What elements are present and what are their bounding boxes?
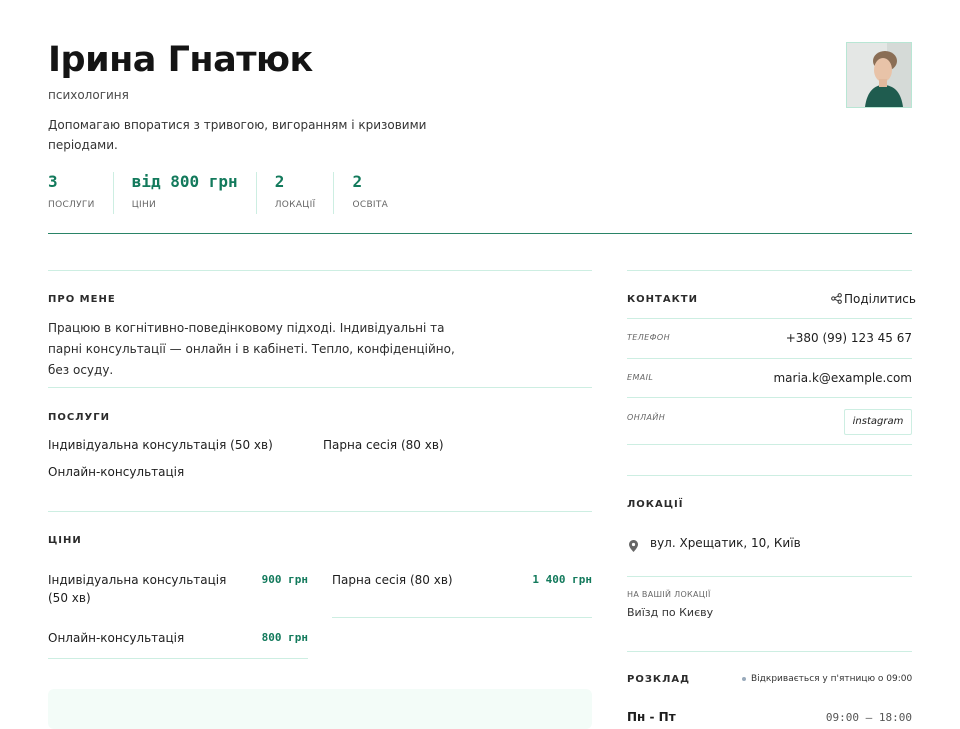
email-link[interactable]: maria.k@example.com [700,371,912,385]
avatar [846,42,912,108]
stat-value: від 800 грн [131,172,238,191]
stat-label: ОСВІТА [352,200,389,210]
contacts-title: КОНТАКТИ [627,294,698,305]
price-item-name: Індивідуальна консультація (50 хв) [48,573,227,605]
contact-label: ТЕЛЕФОН [627,333,671,342]
contact-divider [627,318,912,319]
about-text: Працюю в когнітивно-поведінковому підход… [48,321,455,377]
section-divider [627,475,912,476]
contact-label: EMAIL [627,373,654,382]
section-divider [627,270,912,271]
location-divider [627,576,912,577]
price-item-value: 800 грн [261,631,308,644]
price-divider [332,617,592,618]
stat-locations: 2 ЛОКАЦІЇ [255,172,334,214]
stat-value: 2 [274,172,285,191]
price-item-name: Парна сесія (80 хв) [332,573,453,587]
at-your-location-label: НА ВАШІЙ ЛОКАЦІЇ [627,590,711,599]
section-divider [48,387,592,388]
profile-tagline: Допомагаю впоратися з тривогою, вигоранн… [48,118,427,152]
profile-name: Ірина Гнатюк [48,40,313,80]
service-item: Онлайн-консультація [48,465,185,479]
stat-value: 2 [352,172,363,191]
location-address: вул. Хрещатик, 10, Київ [650,536,801,550]
schedule-hours: 09:00 — 18:00 [825,711,912,724]
service-item: Парна сесія (80 хв) [323,438,444,452]
price-divider [48,658,308,659]
section-divider [48,270,592,271]
contact-divider [627,358,912,359]
cta-panel [48,689,592,729]
avatar-photo [847,43,911,107]
services-title: ПОСЛУГИ [48,412,110,423]
schedule-status-text: Відкривається у п'ятницю о 09:00 [751,674,913,684]
locations-title: ЛОКАЦІЇ [627,499,684,510]
share-icon [831,293,842,304]
share-label: Поділитись [844,292,916,306]
contact-label: ОНЛАЙН [627,413,666,422]
stat-services: 3 ПОСЛУГИ [48,172,113,214]
section-divider [48,511,592,512]
at-your-location-value: Виїзд по Києву [627,606,714,619]
about-title: ПРО МЕНЕ [48,294,116,305]
phone-link[interactable]: +380 (99) 123 45 67 [700,331,912,345]
status-dot [742,676,746,681]
price-item-value: 1 400 грн [532,573,592,586]
schedule-status: Відкривається у п'ятницю о 09:00 [742,674,912,684]
schedule-days: Пн - Пт [627,710,676,724]
stat-value: 3 [48,172,58,191]
contact-divider [627,397,912,398]
service-item: Індивідуальна консультація (50 хв) [48,438,273,452]
stat-label: ПОСЛУГИ [48,200,95,210]
profile-stats: 3 ПОСЛУГИ від 800 грн ЦІНИ 2 ЛОКАЦІЇ 2 О… [48,172,406,214]
profile-role: психологиня [48,88,129,102]
price-item-value: 900 грн [261,573,308,586]
prices-title: ЦІНИ [48,535,82,546]
price-item-name: Онлайн-консультація [48,631,185,645]
header-divider [48,233,912,234]
instagram-button[interactable]: instagram [844,409,912,435]
stat-prices: від 800 грн ЦІНИ [112,172,256,214]
schedule-title: РОЗКЛАД [627,674,691,685]
stat-label: ЛОКАЦІЇ [274,200,316,210]
stat-label: ЦІНИ [131,200,157,210]
location-pin-icon [629,537,638,556]
share-button[interactable]: Поділитись [831,292,916,306]
stat-education: 2 ОСВІТА [333,172,406,214]
contact-divider [627,444,912,445]
section-divider [627,651,912,652]
